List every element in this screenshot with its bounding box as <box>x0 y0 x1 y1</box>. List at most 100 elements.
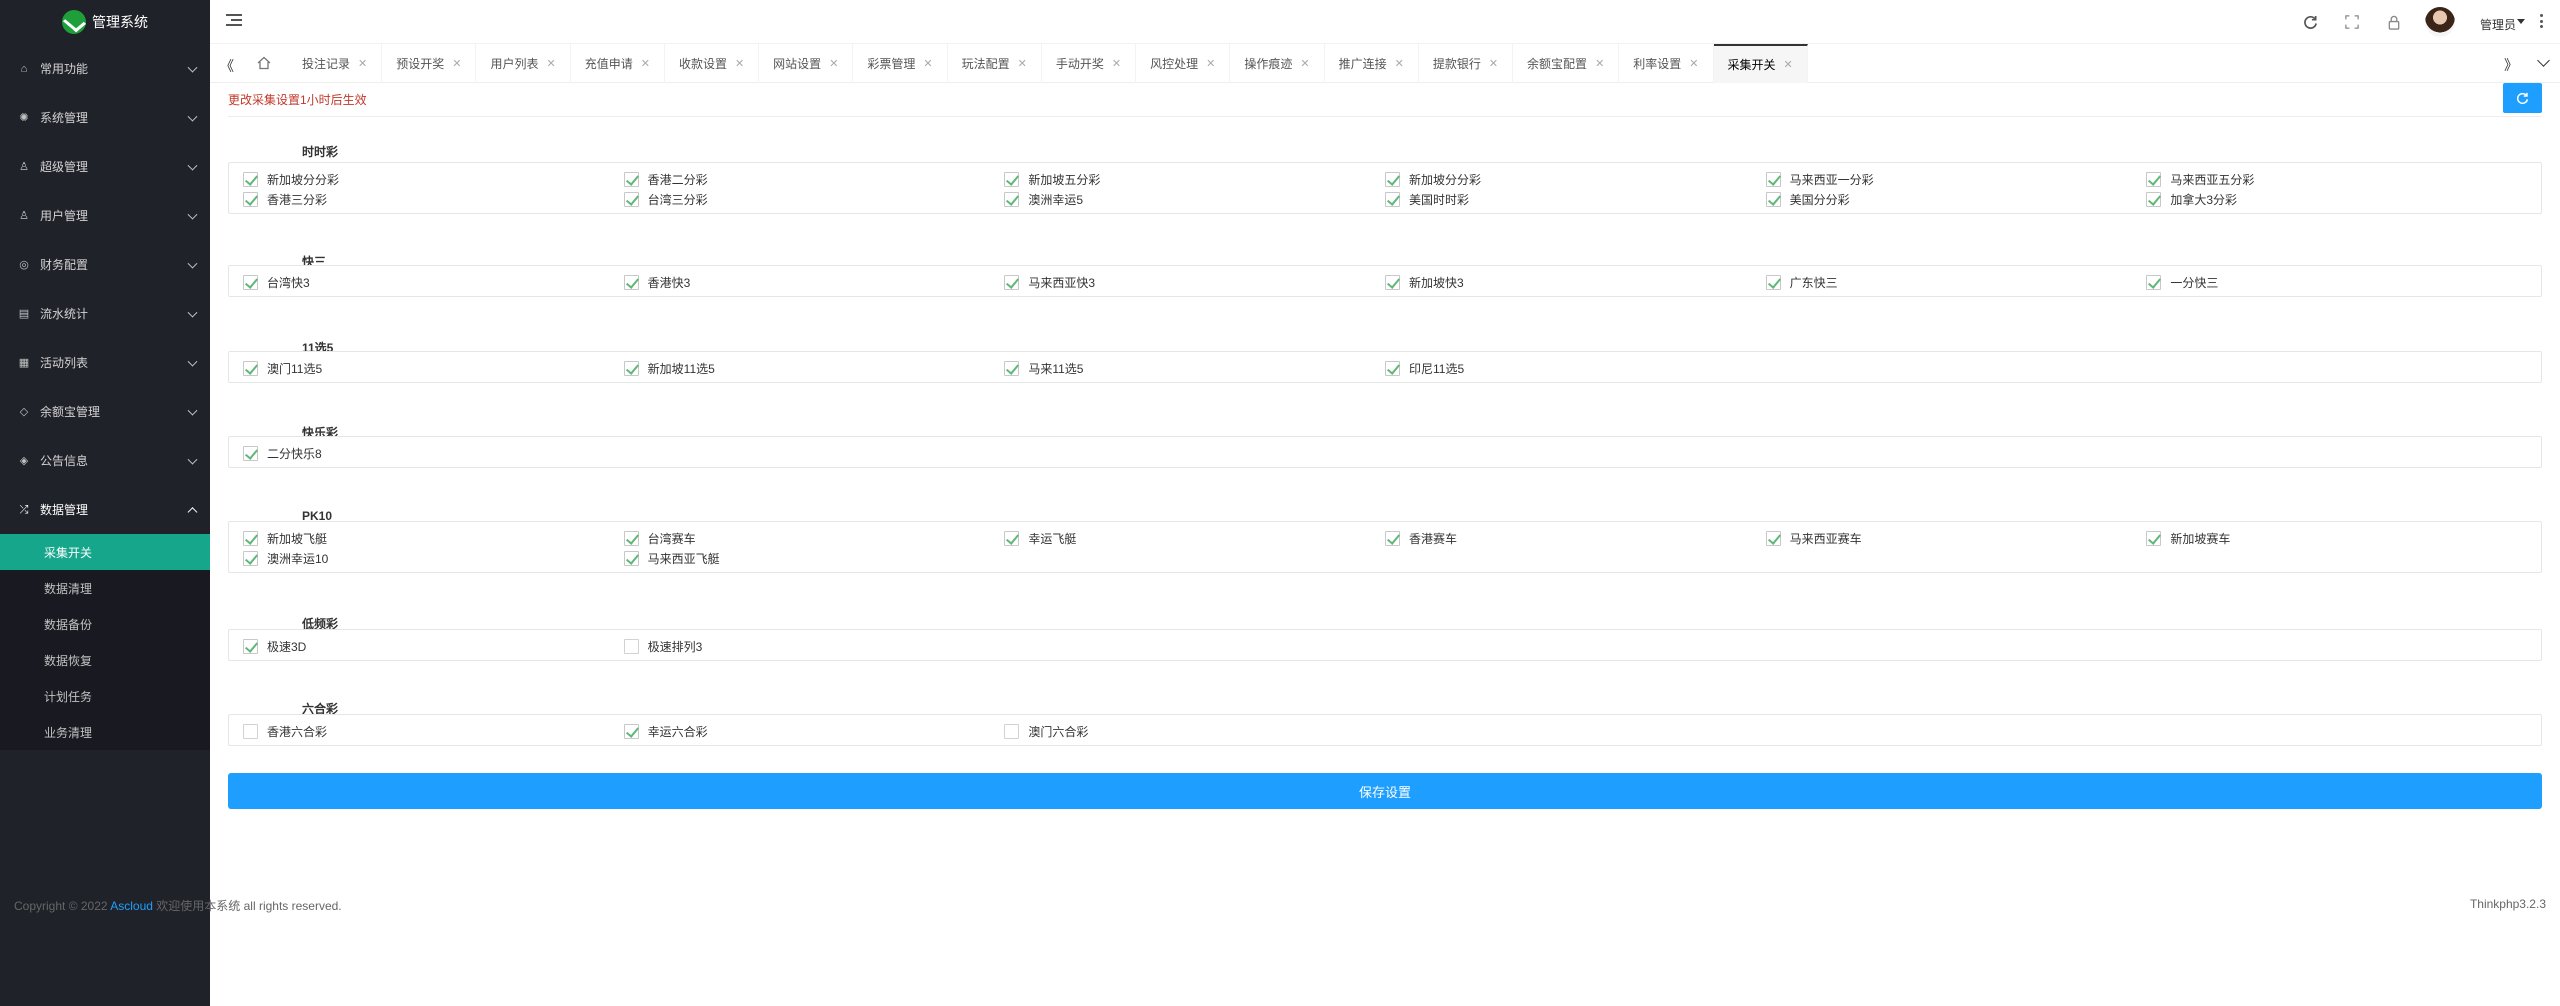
checkbox-icon[interactable] <box>1765 171 1781 187</box>
close-icon[interactable]: ✕ <box>358 57 367 70</box>
lottery-checkbox[interactable]: 马来11选5 <box>1004 359 1385 377</box>
tab[interactable]: 利率设置 ✕ <box>1619 44 1714 83</box>
lottery-checkbox[interactable]: 澳洲幸运5 <box>1004 190 1385 208</box>
lottery-checkbox[interactable]: 美国分分彩 <box>1765 190 2147 208</box>
avatar[interactable] <box>2425 7 2455 37</box>
submenu-item[interactable]: 业务清理 <box>0 714 210 750</box>
close-icon[interactable]: ✕ <box>1595 57 1604 70</box>
checkbox-icon[interactable] <box>1384 191 1400 207</box>
checkbox-icon[interactable] <box>1004 530 1020 546</box>
tabs-next-icon[interactable]: 》 <box>2504 55 2518 75</box>
sidebar-item-4[interactable]: ◎ 财务配置 <box>0 240 210 289</box>
lottery-checkbox[interactable]: 台湾三分彩 <box>623 190 1005 208</box>
sidebar-item-8[interactable]: ◈ 公告信息 <box>0 436 210 485</box>
tab[interactable]: 预设开奖 ✕ <box>382 44 477 83</box>
checkbox-icon[interactable] <box>2146 171 2162 187</box>
lottery-checkbox[interactable]: 香港二分彩 <box>623 170 1005 188</box>
lottery-checkbox[interactable]: 新加坡赛车 <box>2146 529 2527 547</box>
close-icon[interactable]: ✕ <box>923 57 932 70</box>
submenu-item[interactable]: 数据清理 <box>0 570 210 606</box>
close-icon[interactable]: ✕ <box>735 57 744 70</box>
tabs-dropdown-icon[interactable] <box>2537 54 2550 67</box>
lottery-checkbox[interactable]: 幸运六合彩 <box>623 722 1005 740</box>
checkbox-icon[interactable] <box>243 445 258 461</box>
close-icon[interactable]: ✕ <box>1689 57 1698 70</box>
sidebar-item-3[interactable]: ♙ 用户管理 <box>0 191 210 240</box>
lottery-checkbox[interactable]: 澳门六合彩 <box>1004 722 1385 740</box>
checkbox-icon[interactable] <box>623 360 639 376</box>
refresh-icon[interactable] <box>2300 12 2320 32</box>
home-tab-icon[interactable] <box>256 55 272 71</box>
submenu-item[interactable]: 数据备份 <box>0 606 210 642</box>
checkbox-icon[interactable] <box>623 638 639 654</box>
reload-button[interactable] <box>2503 83 2542 113</box>
lottery-checkbox[interactable]: 香港快3 <box>623 273 1005 291</box>
close-icon[interactable]: ✕ <box>1112 57 1121 70</box>
submenu-item[interactable]: 计划任务 <box>0 678 210 714</box>
tab[interactable]: 充值申请 ✕ <box>571 44 665 83</box>
checkbox-icon[interactable] <box>1765 274 1781 290</box>
checkbox-icon[interactable] <box>623 171 639 187</box>
tab[interactable]: 风控处理 ✕ <box>1136 44 1231 83</box>
sidebar-item-7[interactable]: ◇ 余额宝管理 <box>0 387 210 436</box>
sidebar-item-6[interactable]: ▦ 活动列表 <box>0 338 210 387</box>
checkbox-icon[interactable] <box>1384 530 1400 546</box>
close-icon[interactable]: ✕ <box>1018 57 1027 70</box>
tab[interactable]: 采集开关 ✕ <box>1713 44 1808 83</box>
lottery-checkbox[interactable]: 新加坡五分彩 <box>1004 170 1385 188</box>
checkbox-icon[interactable] <box>2146 530 2162 546</box>
tab[interactable]: 用户列表 ✕ <box>476 44 571 83</box>
close-icon[interactable]: ✕ <box>1300 57 1309 70</box>
close-icon[interactable]: ✕ <box>452 57 461 70</box>
close-icon[interactable]: ✕ <box>1206 57 1215 70</box>
lottery-checkbox[interactable]: 新加坡11选5 <box>623 359 1005 377</box>
tab[interactable]: 手动开奖 ✕ <box>1042 44 1137 83</box>
checkbox-icon[interactable] <box>2146 191 2162 207</box>
lottery-checkbox[interactable]: 新加坡飞艇 <box>243 529 624 547</box>
checkbox-icon[interactable] <box>1765 530 1781 546</box>
lottery-checkbox[interactable]: 澳门11选5 <box>243 359 624 377</box>
lottery-checkbox[interactable]: 二分快乐8 <box>243 444 624 462</box>
lottery-checkbox[interactable]: 一分快三 <box>2146 273 2527 291</box>
tab[interactable]: 推广连接 ✕ <box>1325 44 1419 83</box>
lottery-checkbox[interactable]: 美国时时彩 <box>1384 190 1766 208</box>
close-icon[interactable]: ✕ <box>829 57 838 70</box>
sidebar-item-2[interactable]: ♙ 超级管理 <box>0 142 210 191</box>
tab[interactable]: 玩法配置 ✕ <box>948 44 1042 83</box>
lottery-checkbox[interactable]: 加拿大3分彩 <box>2146 190 2527 208</box>
close-icon[interactable]: ✕ <box>641 57 650 70</box>
close-icon[interactable]: ✕ <box>546 57 555 70</box>
checkbox-icon[interactable] <box>1004 274 1020 290</box>
checkbox-icon[interactable] <box>623 723 639 739</box>
lottery-checkbox[interactable]: 新加坡快3 <box>1384 273 1766 291</box>
tabs-prev-icon[interactable]: 《 <box>220 56 234 76</box>
fullscreen-icon[interactable] <box>2342 12 2362 32</box>
lottery-checkbox[interactable]: 马来西亚一分彩 <box>1765 170 2147 188</box>
lottery-checkbox[interactable]: 香港六合彩 <box>243 722 624 740</box>
lottery-checkbox[interactable]: 澳洲幸运10 <box>243 549 624 567</box>
lottery-checkbox[interactable]: 极速排列3 <box>623 637 1005 655</box>
checkbox-icon[interactable] <box>243 360 258 376</box>
checkbox-icon[interactable] <box>243 274 258 290</box>
lottery-checkbox[interactable]: 香港三分彩 <box>243 190 624 208</box>
checkbox-icon[interactable] <box>1004 191 1020 207</box>
checkbox-icon[interactable] <box>1004 360 1020 376</box>
checkbox-icon[interactable] <box>243 638 258 654</box>
submenu-item[interactable]: 采集开关 <box>0 534 210 570</box>
lottery-checkbox[interactable]: 新加坡分分彩 <box>1384 170 1766 188</box>
checkbox-icon[interactable] <box>1004 171 1020 187</box>
sidebar-item-9[interactable]: ⤮ 数据管理 <box>0 485 210 534</box>
tab[interactable]: 操作痕迹 ✕ <box>1230 44 1325 83</box>
tab[interactable]: 彩票管理 ✕ <box>853 44 948 83</box>
checkbox-icon[interactable] <box>623 274 639 290</box>
brand-link[interactable]: Ascloud <box>110 899 153 913</box>
checkbox-icon[interactable] <box>243 530 258 546</box>
tab[interactable]: 收款设置 ✕ <box>665 44 760 83</box>
lottery-checkbox[interactable]: 马来西亚赛车 <box>1765 529 2147 547</box>
submenu-item[interactable]: 数据恢复 <box>0 642 210 678</box>
lottery-checkbox[interactable]: 极速3D <box>243 637 624 655</box>
checkbox-icon[interactable] <box>1004 723 1020 739</box>
close-icon[interactable]: ✕ <box>1784 58 1793 71</box>
sidebar-item-0[interactable]: ⌂ 常用功能 <box>0 44 210 93</box>
lottery-checkbox[interactable]: 马来西亚飞艇 <box>623 549 1005 567</box>
